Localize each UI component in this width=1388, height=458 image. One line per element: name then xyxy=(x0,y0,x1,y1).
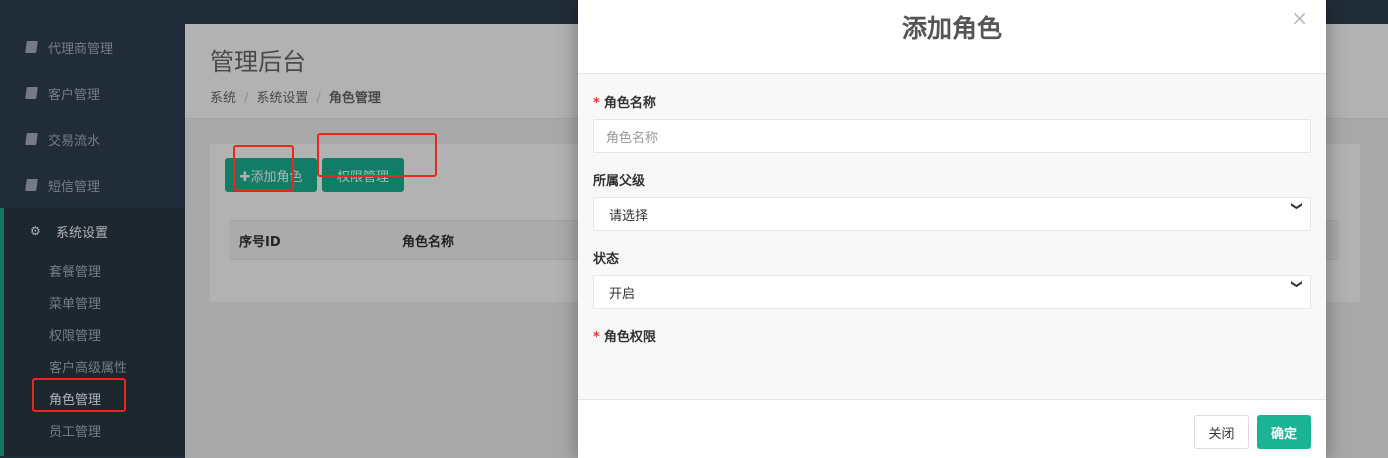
dialog-title: 添加角色 xyxy=(901,13,1002,43)
dialog-header: 添加角色 × xyxy=(578,0,1326,74)
annotation-box-permission xyxy=(317,133,437,177)
role-permission-label: * 角色权限 xyxy=(593,330,656,345)
role-name-label: * 角色名称 xyxy=(593,96,656,111)
required-mark: * xyxy=(593,330,600,345)
dialog-body: * 角色名称 角色名称 所属父级 请选择 ❯ 状态 开启 ❯ * 角色权限 xyxy=(578,74,1326,399)
annotation-box-add-role xyxy=(233,145,294,191)
chevron-down-icon: ❯ xyxy=(1290,201,1304,211)
status-select-value: 开启 xyxy=(609,286,636,302)
add-role-dialog: 添加角色 × * 角色名称 角色名称 所属父级 请选择 ❯ 状态 开启 ❯ * 角色… xyxy=(578,0,1326,458)
confirm-button[interactable]: 确定 xyxy=(1257,415,1311,449)
status-label: 状态 xyxy=(593,252,620,267)
chevron-down-icon: ❯ xyxy=(1290,279,1304,289)
close-button[interactable]: 关闭 xyxy=(1194,415,1249,449)
status-select[interactable]: 开启 ❯ xyxy=(593,275,1311,309)
parent-select-value: 请选择 xyxy=(609,208,649,224)
required-mark: * xyxy=(593,96,600,111)
dialog-footer: 关闭 确定 xyxy=(578,399,1326,458)
annotation-box-role-menu xyxy=(32,378,126,412)
close-icon[interactable]: × xyxy=(1291,6,1308,30)
role-name-input[interactable]: 角色名称 xyxy=(593,119,1311,153)
parent-select[interactable]: 请选择 ❯ xyxy=(593,197,1311,231)
parent-label: 所属父级 xyxy=(593,174,646,189)
